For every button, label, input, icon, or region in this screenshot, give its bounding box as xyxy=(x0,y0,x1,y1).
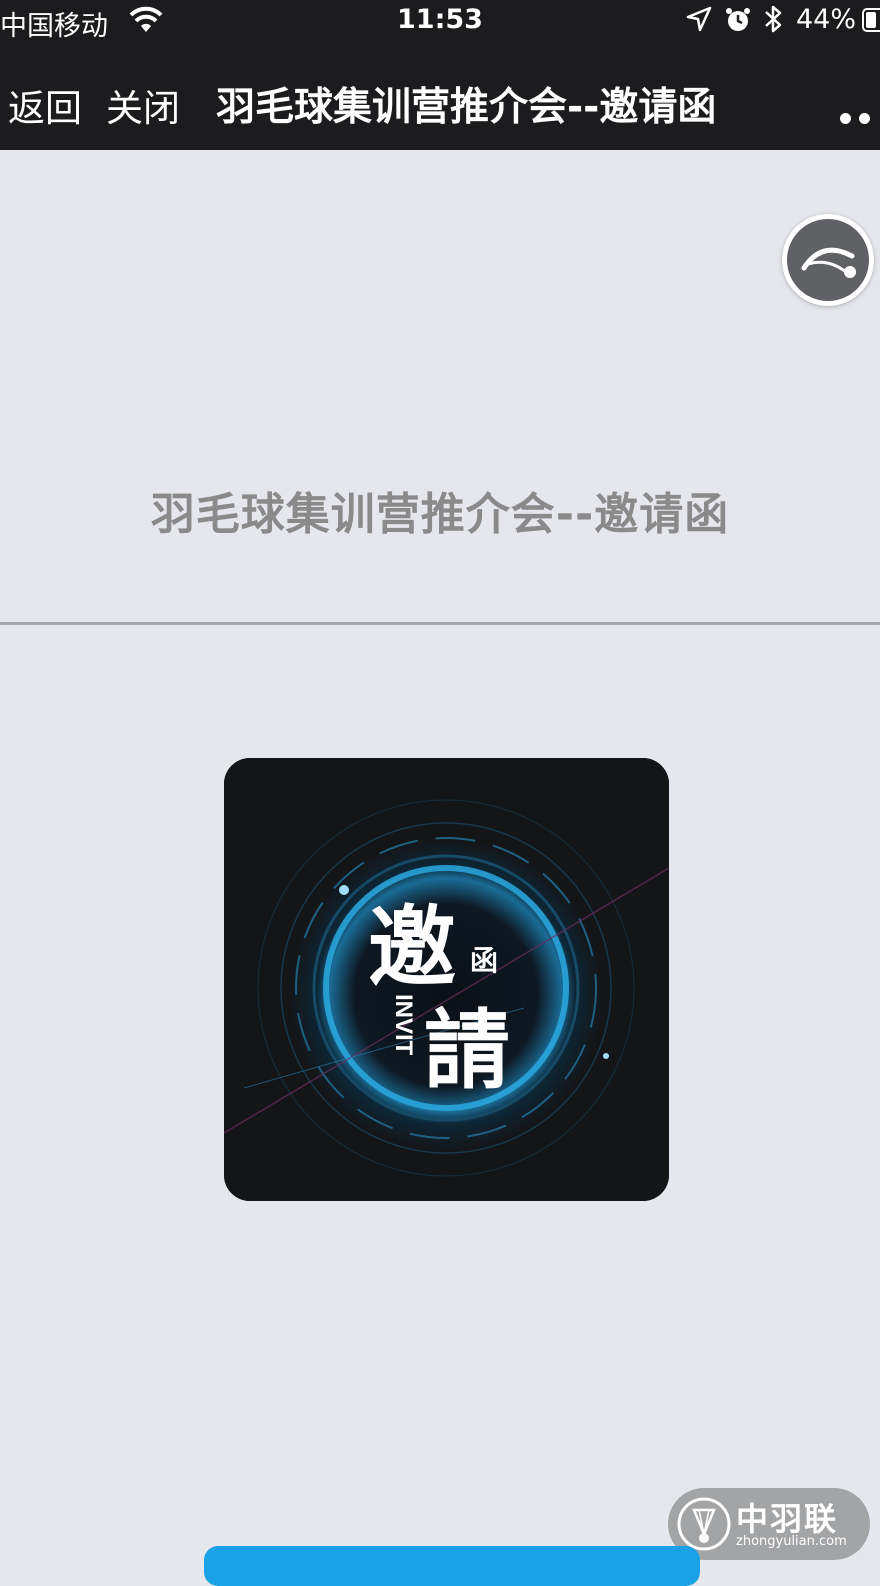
invite-vertical-text: INVIT xyxy=(390,994,417,1056)
alarm-icon xyxy=(726,8,750,31)
invite-char-small: 函 xyxy=(470,944,498,977)
invite-char-big-1: 邀 xyxy=(368,895,456,999)
invitation-image: 邀 函 請 INVIT xyxy=(224,758,669,1201)
divider xyxy=(0,622,880,625)
battery-percent: 44% xyxy=(796,4,857,35)
battery-fill xyxy=(866,12,876,28)
nav-bar: 返回 关闭 羽毛球集训营推介会--邀请函 xyxy=(0,62,880,138)
more-dots-icon[interactable] xyxy=(840,90,880,124)
shuttlecock-icon xyxy=(677,1497,731,1551)
location-arrow-icon xyxy=(686,6,712,32)
status-bar: 中国移动 11:53 44% xyxy=(0,0,880,42)
page-title: 羽毛球集训营推介会--邀请函 xyxy=(216,85,717,130)
music-player-icon xyxy=(801,247,856,278)
page-heading: 羽毛球集训营推介会--邀请函 xyxy=(150,489,730,540)
watermark-logo: 中羽联 zhongyulian.com xyxy=(668,1488,870,1560)
invitation-artwork: 邀 函 請 INVIT xyxy=(224,758,669,1201)
bottom-action-button[interactable] xyxy=(204,1546,700,1586)
top-bar: 中国移动 11:53 44% 返回 关闭 羽毛球集训营推介会--邀请函 xyxy=(0,0,880,150)
battery-icon xyxy=(862,8,880,32)
bluetooth-icon xyxy=(765,5,782,33)
back-button[interactable]: 返回 xyxy=(8,78,82,132)
invite-char-big-2: 請 xyxy=(424,1000,510,1101)
close-button[interactable]: 关闭 xyxy=(106,78,180,132)
watermark-name-en: zhongyulian.com xyxy=(736,1534,847,1549)
music-player-button[interactable] xyxy=(782,214,874,306)
